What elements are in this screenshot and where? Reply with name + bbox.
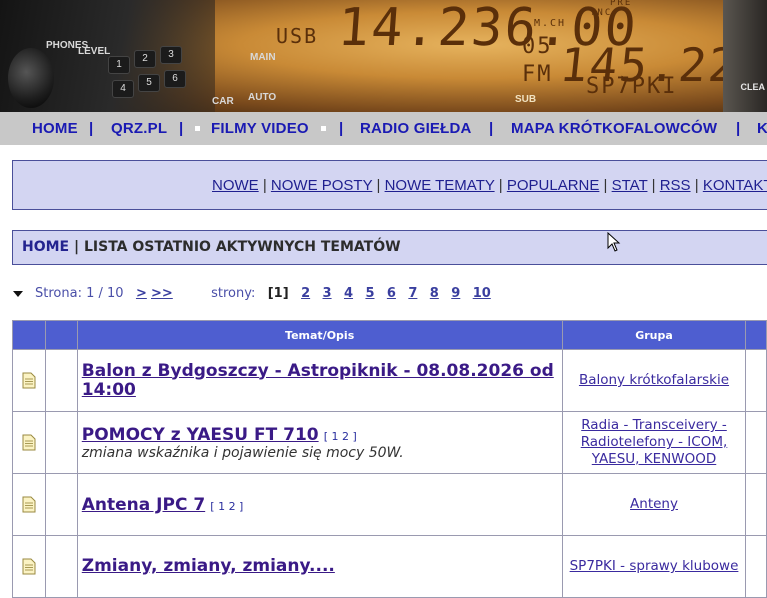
topic-description: zmiana wskaźnika i pojawienie się mocy 5…	[81, 444, 404, 461]
secondary-nav-links: NOWE | NOWE POSTY | NOWE TEMATY | POPULA…	[212, 177, 767, 194]
lcd-channel: 05	[522, 34, 553, 59]
topic-title-link[interactable]: Antena JPC 7	[80, 495, 205, 515]
secondary-nav: NOWE | NOWE POSTY | NOWE TEMATY | POPULA…	[12, 160, 767, 210]
pagination: Strona: 1 / 10 > >> strony: [1] 2 3 4 5 …	[13, 286, 491, 301]
subnav-kontakt[interactable]: KONTAKT	[703, 177, 767, 194]
lcd-tnc: TNC	[590, 8, 613, 18]
lcd-pre: PRE	[610, 0, 633, 8]
nav-separator: |	[179, 120, 184, 137]
nav-home[interactable]: HOME	[32, 120, 78, 137]
table-row: Antena JPC 7 [ 1 2 ] Anteny	[12, 473, 767, 536]
header-banner: PHONES LEVEL MAIN CAR AUTO 1 2 3 4 5 6 U…	[0, 0, 767, 112]
topic-title-link[interactable]: Zmiany, zmiany, zmiany....	[80, 557, 562, 576]
nav-bullet-icon	[195, 126, 200, 131]
lcd-usb: USB	[276, 24, 319, 48]
label-main: MAIN	[250, 52, 276, 63]
topic-document-icon	[22, 496, 36, 513]
topic-document-icon	[22, 372, 36, 389]
nav-qrz[interactable]: QRZ.PL	[111, 120, 167, 137]
radio-knob	[8, 48, 54, 108]
current-page: [1]	[267, 286, 289, 301]
subnav-separator: |	[651, 177, 656, 194]
topic-document-icon	[22, 558, 36, 575]
page-link[interactable]: 6	[387, 286, 396, 301]
subnav-nowe-tematy[interactable]: NOWE TEMATY	[385, 177, 495, 194]
subnav-separator: |	[262, 177, 267, 194]
topic-document-icon	[22, 434, 36, 451]
label-sub: SUB	[515, 94, 537, 105]
topic-pages[interactable]: [ 1 2 ]	[210, 500, 243, 513]
table-header-row: Temat/Opis Grupa	[12, 320, 767, 350]
nav-separator: |	[736, 120, 741, 137]
last-page-link[interactable]: >>	[151, 286, 173, 301]
page-link[interactable]: 7	[408, 286, 417, 301]
subnav-rss[interactable]: RSS	[660, 177, 691, 194]
lcd-mode: FM	[522, 62, 553, 87]
label-clea: CLEA	[740, 82, 766, 92]
header-topic: Temat/Opis	[76, 320, 563, 350]
page-link[interactable]: 2	[301, 286, 310, 301]
lcd-mch: M.CH	[534, 18, 567, 29]
nav-radio-gielda[interactable]: RADIO GIEŁDA	[360, 120, 472, 137]
nav-filmy-video[interactable]: FILMY VIDEO	[211, 120, 309, 137]
topics-table: Temat/Opis Grupa Balon z Bydgoszczy - As…	[12, 320, 767, 598]
subnav-nowe-posty[interactable]: NOWE POSTY	[271, 177, 372, 194]
radio-right-panel	[723, 0, 767, 112]
subnav-separator: |	[498, 177, 503, 194]
subnav-separator: |	[376, 177, 381, 194]
topic-title-link[interactable]: Balon z Bydgoszczy - Astropiknik - 08.08…	[80, 361, 562, 400]
nav-separator: |	[89, 120, 94, 137]
subnav-popularne[interactable]: POPULARNE	[507, 177, 600, 194]
topic-title-link[interactable]: POMOCY z YAESU FT 710	[80, 425, 319, 445]
next-page-link[interactable]: >	[136, 286, 147, 301]
nav-separator: |	[489, 120, 494, 137]
page-link[interactable]: 8	[430, 286, 439, 301]
breadcrumb-separator: |	[74, 239, 80, 255]
page-link[interactable]: 5	[365, 286, 374, 301]
page-title: LISTA OSTATNIO AKTYWNYCH TEMATÓW	[84, 239, 401, 255]
header-group: Grupa	[561, 320, 747, 350]
table-row: Zmiany, zmiany, zmiany.... SP7PKI - spra…	[12, 535, 767, 598]
pages-label: strony:	[211, 286, 256, 301]
subnav-separator: |	[694, 177, 699, 194]
table-row: Balon z Bydgoszczy - Astropiknik - 08.08…	[12, 349, 767, 412]
label-auto: AUTO	[248, 92, 277, 103]
topic-group-link[interactable]: Anteny	[563, 496, 746, 513]
top-nav: HOME | QRZ.PL | FILMY VIDEO | RADIO GIEŁ…	[0, 112, 767, 145]
breadcrumb-home[interactable]: HOME	[22, 239, 69, 255]
lcd-callsign: SP7PKI	[586, 74, 678, 99]
breadcrumb: HOME | LISTA OSTATNIO AKTYWNYCH TEMATÓW	[12, 230, 767, 265]
topic-group-link[interactable]: Radia - Transceivery - Radiotelefony - I…	[563, 417, 746, 468]
page-link[interactable]: 9	[451, 286, 460, 301]
page-link[interactable]: 3	[323, 286, 332, 301]
page-indicator: Strona: 1 / 10	[35, 286, 124, 301]
page-link[interactable]: 4	[344, 286, 353, 301]
nav-separator: |	[339, 120, 344, 137]
subnav-nowe[interactable]: NOWE	[212, 177, 259, 194]
topic-pages[interactable]: [ 1 2 ]	[324, 430, 357, 443]
subnav-stat[interactable]: STAT	[612, 177, 648, 194]
subnav-separator: |	[603, 177, 608, 194]
topic-group-link[interactable]: SP7PKI - sprawy klubowe	[563, 558, 746, 575]
nav-bullet-icon	[321, 126, 326, 131]
topic-group-link[interactable]: Balony krótkofalarskie	[563, 372, 746, 389]
page-link[interactable]: 10	[473, 286, 491, 301]
table-row: POMOCY z YAESU FT 710 [ 1 2 ] zmiana wsk…	[12, 411, 767, 474]
collapse-triangle-icon[interactable]	[13, 290, 23, 297]
nav-more[interactable]: K	[757, 120, 767, 137]
label-car: CAR	[212, 96, 234, 107]
nav-mapa[interactable]: MAPA KRÓTKOFALOWCÓW	[511, 120, 717, 137]
label-level: LEVEL	[78, 46, 111, 57]
mouse-cursor-icon	[607, 232, 621, 252]
